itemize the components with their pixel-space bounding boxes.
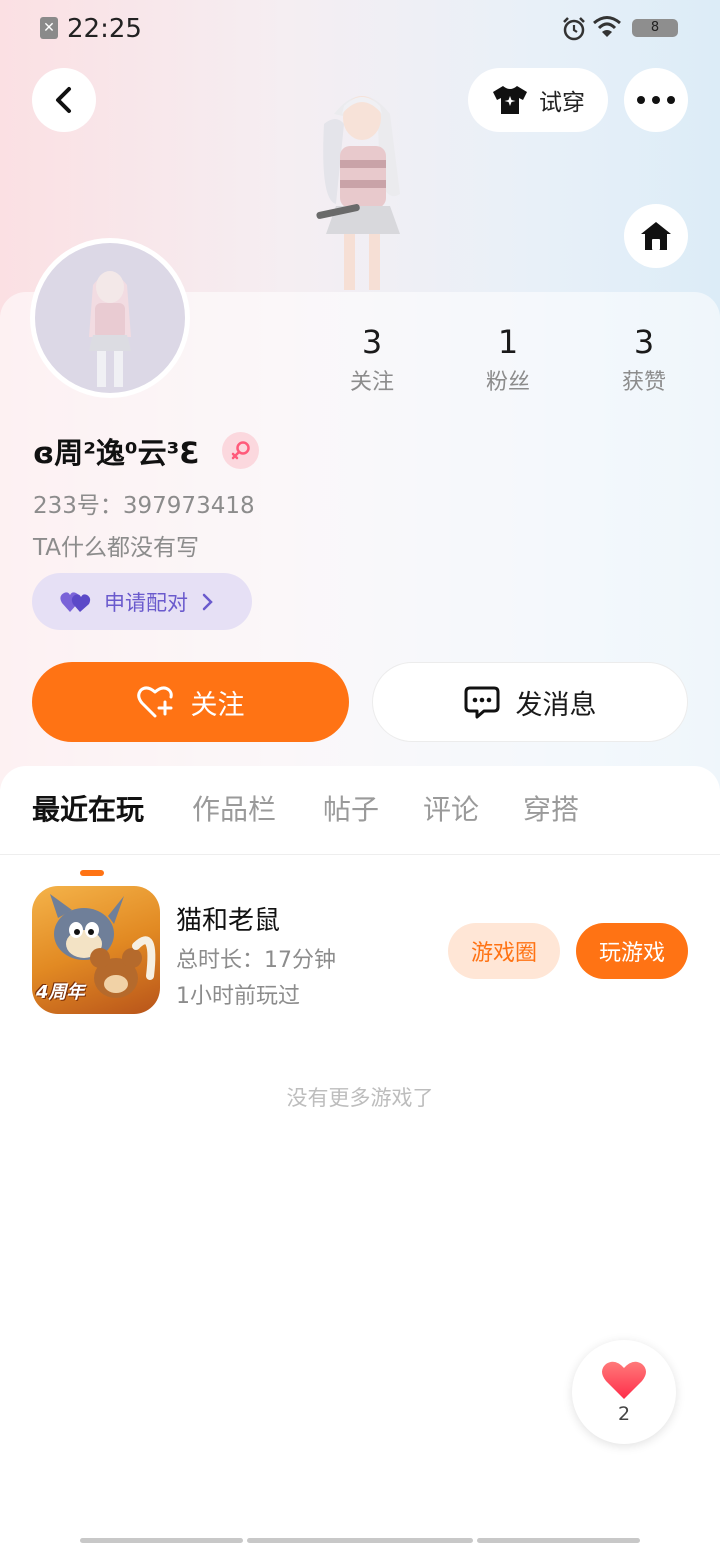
nav-bar-segment-center (247, 1538, 473, 1543)
status-bar: ✕ 22:25 8 (0, 0, 720, 58)
more-dots-icon (637, 96, 675, 104)
stat-fans-label: 粉丝 (485, 370, 530, 395)
stat-fans-value: 1 (497, 323, 519, 361)
send-message-button[interactable]: 发消息 (372, 662, 688, 742)
tab-works[interactable]: 作品栏 (192, 788, 276, 828)
try-on-button[interactable]: 试穿 (468, 68, 608, 132)
list-item[interactable]: 4周年 猫和老鼠 总时长：17分钟 1小时前玩过 游戏圈 玩游戏 (0, 886, 720, 1016)
more-button[interactable] (624, 68, 688, 132)
tab-active-indicator (80, 870, 104, 876)
game-anniversary-badge: 4周年 (36, 982, 85, 1003)
alarm-icon (563, 17, 585, 41)
stat-following-label: 关注 (349, 370, 394, 395)
home-button[interactable] (624, 204, 688, 268)
apply-pair-label: 申请配对 (104, 590, 188, 615)
follow-button[interactable]: 关注 (32, 662, 349, 742)
tab-outfits[interactable]: 穿搭 (523, 788, 579, 828)
wifi-icon (593, 16, 621, 37)
game-last-played: 1小时前玩过 (176, 984, 300, 1009)
heart-icon (602, 1361, 646, 1399)
chat-bubble-icon (464, 686, 499, 719)
username: ɞ周²逸⁰云³Ɛ (33, 436, 200, 470)
gender-female-icon (222, 432, 259, 469)
nav-bar-segment-right (477, 1538, 640, 1543)
stat-likes-value: 3 (633, 323, 655, 361)
home-icon (641, 222, 671, 250)
no-sim-icon: ✕ (40, 17, 58, 39)
stat-following[interactable]: 3 关注 (312, 322, 432, 396)
try-on-label: 试穿 (539, 90, 585, 116)
tshirt-icon (493, 86, 527, 114)
user-id: 233号：397973418 (33, 493, 255, 519)
follow-label: 关注 (190, 689, 245, 721)
battery-indicator: 8 (632, 19, 678, 37)
double-heart-icon (60, 591, 91, 612)
game-name: 猫和老鼠 (176, 906, 281, 936)
avatar[interactable] (30, 238, 190, 398)
avatar-image (35, 243, 185, 393)
game-duration: 总时长：17分钟 (176, 948, 336, 973)
tab-posts[interactable]: 帖子 (323, 788, 379, 828)
stat-likes-label: 获赞 (621, 370, 666, 395)
stat-likes[interactable]: 3 获赞 (584, 322, 704, 396)
back-button[interactable] (32, 68, 96, 132)
status-time: 22:25 (67, 14, 142, 44)
tabs-divider (0, 854, 720, 855)
nav-bar-segment-left (80, 1538, 243, 1543)
tab-bar: 最近在玩 作品栏 帖子 评论 穿搭 (0, 788, 720, 876)
heart-plus-icon (136, 686, 173, 718)
stat-fans[interactable]: 1 粉丝 (448, 322, 568, 396)
chevron-right-icon (202, 593, 213, 610)
avatar-figure (89, 271, 131, 387)
apply-pair-button[interactable]: 申请配对 (32, 573, 252, 630)
game-circle-button[interactable]: 游戏圈 (448, 923, 560, 979)
tab-recently-played[interactable]: 最近在玩 (32, 788, 144, 828)
send-message-label: 发消息 (515, 689, 597, 721)
stat-following-value: 3 (361, 323, 383, 361)
like-button[interactable]: 2 (572, 1340, 676, 1444)
tab-comments[interactable]: 评论 (423, 788, 479, 828)
no-more-games-text: 没有更多游戏了 (286, 1086, 434, 1110)
like-count: 2 (617, 1403, 631, 1425)
avatar-3d-figure (316, 96, 400, 290)
chevron-left-icon (56, 87, 71, 113)
play-game-button[interactable]: 玩游戏 (576, 923, 688, 979)
game-icon[interactable]: 4周年 (32, 886, 160, 1014)
user-bio: TA什么都没有写 (33, 535, 199, 561)
